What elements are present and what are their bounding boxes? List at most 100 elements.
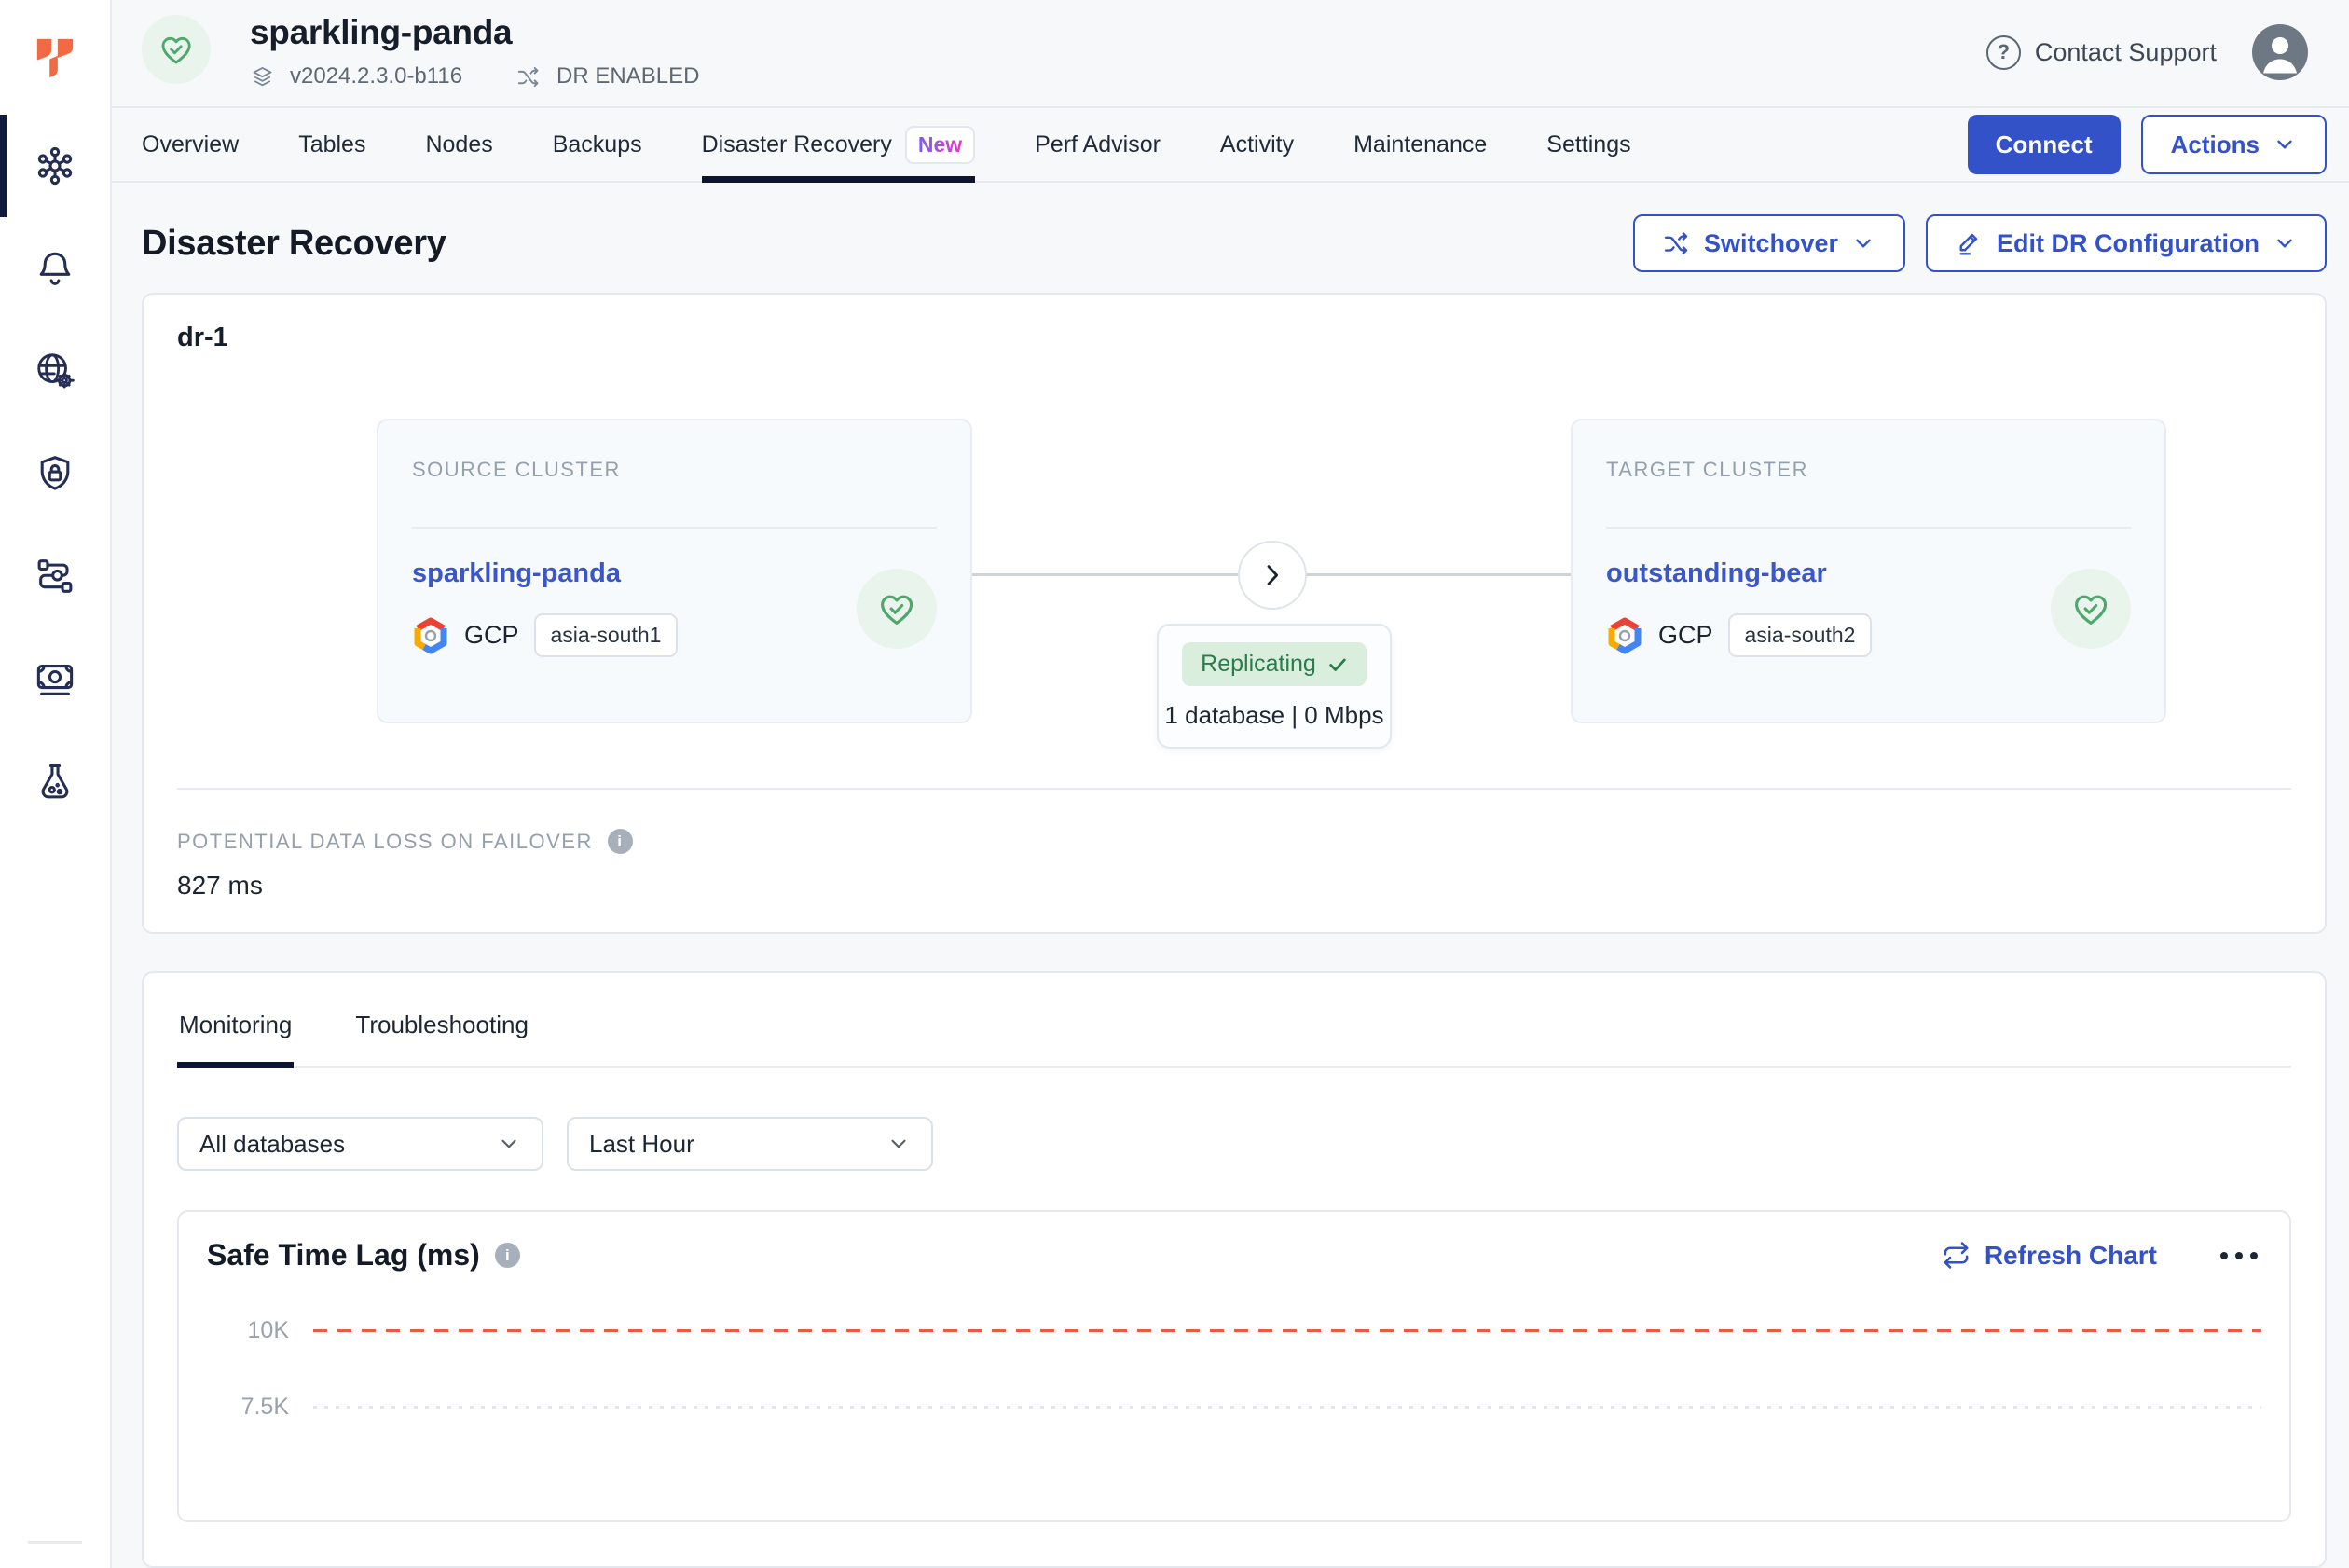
shuffle-icon [516, 64, 542, 89]
header-actions: ? Contact Support [1986, 24, 2308, 80]
source-cluster-link[interactable]: sparkling-panda [412, 558, 621, 588]
refresh-icon [1942, 1241, 1971, 1270]
main-area: sparkling-panda v2024.2.3.0-b116 [112, 0, 2349, 1568]
tab-nodes[interactable]: Nodes [425, 108, 492, 181]
sidebar-item-alerts[interactable] [0, 217, 110, 320]
y-tick-10k: 10K [207, 1317, 289, 1344]
actions-button[interactable]: Actions [2141, 115, 2327, 174]
target-region-chip: asia-south2 [1728, 613, 1873, 657]
tab-backups[interactable]: Backups [553, 108, 642, 181]
replication-detail: 1 database | 0 Mbps [1159, 701, 1390, 730]
app-window: sparkling-panda v2024.2.3.0-b116 [0, 0, 2349, 1568]
tab-maintenance[interactable]: Maintenance [1353, 108, 1487, 181]
chevron-down-icon [2273, 231, 2297, 255]
yugabyte-logo-icon[interactable] [0, 0, 110, 115]
active-nav-indicator [0, 115, 7, 217]
sidebar-item-clusters[interactable] [0, 115, 110, 217]
cluster-tabs: Overview Tables Nodes Backups Disaster R… [142, 108, 1631, 181]
data-loss-value: 827 ms [177, 871, 2291, 901]
chart-filters: All databases Last Hour [177, 1117, 2291, 1171]
sidebar-item-security[interactable] [0, 422, 110, 525]
user-avatar[interactable] [2252, 24, 2308, 80]
gcp-logo-icon [1606, 617, 1643, 654]
edit-dr-configuration-button[interactable]: Edit DR Configuration [1926, 214, 2327, 272]
sidebar-item-labs[interactable] [0, 730, 110, 832]
threshold-line-10k [313, 1329, 2261, 1332]
page-actions: Switchover Edit DR Configuration [1633, 214, 2327, 272]
chevron-right-icon [1257, 560, 1287, 590]
tab-perf-advisor[interactable]: Perf Advisor [1035, 108, 1161, 181]
gcp-logo-icon [412, 617, 449, 654]
target-cluster-link[interactable]: outstanding-bear [1606, 558, 1827, 588]
heart-check-icon [876, 588, 917, 629]
tab-tables[interactable]: Tables [298, 108, 365, 181]
sidebar-item-integrations[interactable] [0, 525, 110, 627]
source-cluster-box: SOURCE CLUSTER sparkling-panda [377, 419, 972, 723]
info-icon[interactable]: i [495, 1243, 520, 1268]
banknote-icon [34, 657, 76, 700]
question-icon: ? [1986, 35, 2021, 70]
cluster-header: sparkling-panda v2024.2.3.0-b116 [112, 0, 2349, 108]
tab-troubleshooting[interactable]: Troubleshooting [353, 983, 530, 1066]
flask-icon [34, 760, 76, 803]
time-range-select[interactable]: Last Hour [567, 1117, 933, 1171]
cluster-health-icon [142, 15, 211, 84]
database-filter-select[interactable]: All databases [177, 1117, 543, 1171]
sidebar-divider [28, 1541, 82, 1544]
sidebar [0, 0, 112, 1568]
page-content: Disaster Recovery Switchover [112, 183, 2349, 1568]
bell-icon [34, 247, 76, 290]
source-region-chip: asia-south1 [534, 613, 679, 657]
heart-check-icon [2070, 588, 2111, 629]
replication-status-box: Replicating 1 database | 0 Mbps [1157, 624, 1392, 749]
chart-more-menu[interactable] [2217, 1243, 2261, 1269]
chevron-down-icon [886, 1132, 911, 1156]
target-provider: GCP [1658, 621, 1713, 650]
monitoring-card: Monitoring Troubleshooting All databases… [142, 971, 2327, 1568]
chevron-down-icon [2273, 132, 2297, 157]
sidebar-nav [0, 115, 110, 832]
globe-gear-icon [34, 350, 76, 392]
check-icon [1327, 654, 1348, 675]
target-health-icon [2051, 569, 2131, 649]
person-icon [2252, 24, 2308, 80]
chevron-down-icon [497, 1132, 521, 1156]
safe-time-lag-chart: Safe Time Lag (ms) i Refresh Chart [177, 1210, 2291, 1522]
chart-title: Safe Time Lag (ms) [207, 1238, 480, 1272]
replication-diagram: SOURCE CLUSTER sparkling-panda [177, 391, 2291, 754]
shield-lock-icon [34, 452, 76, 495]
cluster-hub-icon [34, 144, 76, 187]
layers-icon [250, 64, 275, 89]
contact-support-link[interactable]: ? Contact Support [1986, 35, 2217, 70]
chart-plot-area: 10K 7.5K [207, 1312, 2261, 1425]
tab-overview[interactable]: Overview [142, 108, 239, 181]
tab-actions: Connect Actions [1968, 108, 2327, 181]
dr-config-card: dr-1 SOURCE CLUSTER sparkling-panda [142, 293, 2327, 934]
shuffle-icon [1663, 229, 1691, 257]
tab-disaster-recovery[interactable]: Disaster Recovery New [702, 108, 976, 181]
cluster-version: v2024.2.3.0-b116 [290, 63, 462, 89]
page-head: Disaster Recovery Switchover [142, 214, 2327, 272]
gridline-7-5k [313, 1406, 2261, 1409]
sidebar-item-billing[interactable] [0, 627, 110, 730]
connect-button[interactable]: Connect [1968, 115, 2121, 174]
replication-status-badge: Replicating [1182, 642, 1367, 686]
cluster-tabs-bar: Overview Tables Nodes Backups Disaster R… [112, 108, 2349, 183]
tab-activity[interactable]: Activity [1220, 108, 1294, 181]
divider [1606, 527, 2131, 529]
dr-status-label: DR ENABLED [556, 63, 699, 89]
workflow-icon [34, 555, 76, 598]
info-icon[interactable]: i [608, 829, 633, 854]
divider [412, 527, 937, 529]
refresh-chart-button[interactable]: Refresh Chart [1942, 1241, 2157, 1271]
cluster-title-block: sparkling-panda v2024.2.3.0-b116 [250, 13, 699, 89]
sidebar-item-cloud-network[interactable] [0, 320, 110, 422]
switchover-button[interactable]: Switchover [1633, 214, 1905, 272]
monitoring-tabs: Monitoring Troubleshooting [177, 973, 2291, 1068]
dr-config-name: dr-1 [177, 323, 2291, 353]
target-cluster-box: TARGET CLUSTER outstanding-bear [1571, 419, 2166, 723]
tab-settings[interactable]: Settings [1546, 108, 1630, 181]
source-cluster-label: SOURCE CLUSTER [412, 458, 937, 482]
tab-monitoring[interactable]: Monitoring [177, 983, 294, 1066]
source-health-icon [857, 569, 937, 649]
